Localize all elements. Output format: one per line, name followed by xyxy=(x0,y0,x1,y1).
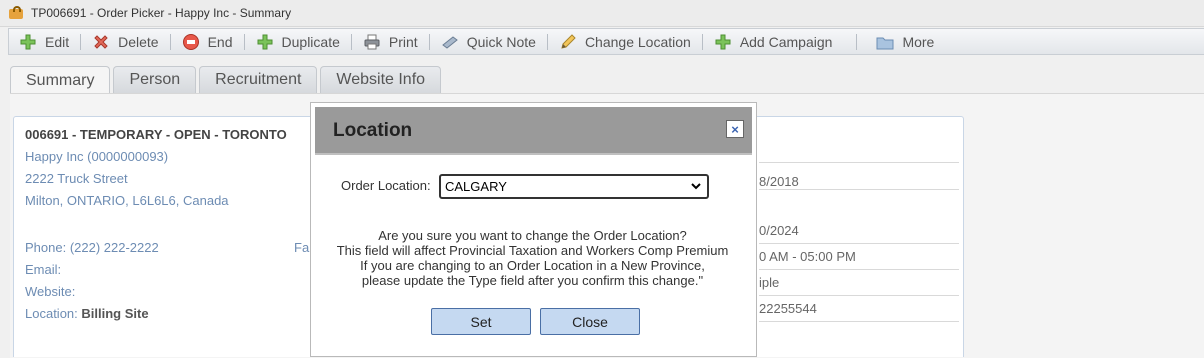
tab-person[interactable]: Person xyxy=(113,66,197,93)
location-label: Location: xyxy=(25,306,78,321)
change-location-button[interactable]: Change Location xyxy=(549,29,701,54)
duplicate-label: Duplicate xyxy=(281,33,340,50)
detail-value-4: iple xyxy=(759,270,959,296)
address-line-2: Milton, ONTARIO, L6L6L6, Canada xyxy=(25,193,229,208)
quick-note-button[interactable]: Quick Note xyxy=(431,29,546,54)
phone-label: Phone: xyxy=(25,240,67,255)
location-row: Location: Billing Site xyxy=(25,306,149,321)
website-label: Website: xyxy=(25,284,76,299)
close-icon[interactable]: × xyxy=(726,120,744,138)
dialog-title: Location xyxy=(333,120,413,141)
detail-value-5: 22255544 xyxy=(759,296,959,322)
delete-label: Delete xyxy=(118,33,159,50)
toolbar-divider xyxy=(243,33,245,50)
order-location-value: CALGARY xyxy=(445,179,507,194)
toolbar-divider xyxy=(701,33,703,50)
toolbar-divider xyxy=(169,33,171,50)
message-line: If you are changing to an Order Location… xyxy=(360,258,705,273)
set-button[interactable]: Set xyxy=(431,308,531,335)
briefcase-icon xyxy=(9,6,25,20)
delete-icon xyxy=(92,33,110,51)
note-icon xyxy=(441,33,459,51)
more-button[interactable]: More xyxy=(858,29,944,54)
end-icon xyxy=(182,33,200,51)
end-button[interactable]: End xyxy=(172,29,243,54)
phone-row: Phone: (222) 222-2222 xyxy=(25,240,159,255)
toolbar-divider xyxy=(856,33,858,50)
close-button[interactable]: Close xyxy=(540,308,640,335)
tab-summary[interactable]: Summary xyxy=(10,66,111,94)
delete-button[interactable]: Delete xyxy=(82,29,168,54)
tab-recruitment[interactable]: Recruitment xyxy=(199,66,318,93)
toolbar-divider xyxy=(428,33,430,50)
toolbar-divider xyxy=(80,33,82,50)
folder-icon xyxy=(876,33,894,51)
pencil-icon xyxy=(559,33,577,51)
quick-note-label: Quick Note xyxy=(466,33,536,50)
message-line: Are you sure you want to change the Orde… xyxy=(378,228,687,243)
order-location-select[interactable]: CALGARY xyxy=(439,174,709,199)
edit-button[interactable]: Edit xyxy=(9,29,79,54)
window-titlebar: TP006691 - Order Picker - Happy Inc - Su… xyxy=(0,0,1204,27)
order-location-label: Order Location: xyxy=(341,178,431,193)
dialog-header: Location xyxy=(315,107,752,155)
location-dialog: Location × Order Location: CALGARY Are y… xyxy=(310,102,757,357)
print-button[interactable]: Print xyxy=(353,29,428,54)
fax-label: Fa xyxy=(294,240,310,255)
phone-value: (222) 222-2222 xyxy=(69,240,159,255)
order-title: 006691 - TEMPORARY - OPEN - TORONTO xyxy=(25,127,287,142)
printer-icon xyxy=(363,33,381,51)
toolbar: Edit Delete End Duplicate Print Quick No… xyxy=(8,28,1204,55)
edit-label: Edit xyxy=(45,33,70,50)
message-line: please update the Type field after you c… xyxy=(361,273,704,288)
change-location-label: Change Location xyxy=(584,33,691,50)
location-value: Billing Site xyxy=(81,306,149,321)
company-link[interactable]: Happy Inc (0000000093) xyxy=(25,149,168,164)
print-label: Print xyxy=(388,33,418,50)
message-line: This field will affect Provincial Taxati… xyxy=(336,243,729,258)
more-label: More xyxy=(902,33,935,50)
end-label: End xyxy=(207,33,233,50)
address-line-1: 2222 Truck Street xyxy=(25,171,128,186)
confirmation-message: Are you sure you want to change the Orde… xyxy=(311,228,754,288)
duplicate-button[interactable]: Duplicate xyxy=(246,29,350,54)
plus-icon xyxy=(19,33,37,51)
chevron-down-icon xyxy=(690,180,702,195)
detail-value-1: 8/2018 xyxy=(759,162,959,190)
detail-value-3: 0 AM - 05:00 PM xyxy=(759,244,959,270)
toolbar-divider xyxy=(546,33,548,50)
tab-bar: Summary Person Recruitment Website Info xyxy=(10,66,444,94)
tab-website-info[interactable]: Website Info xyxy=(320,66,442,93)
plus-icon xyxy=(256,33,274,51)
add-campaign-button[interactable]: Add Campaign xyxy=(704,29,843,54)
window-title: TP006691 - Order Picker - Happy Inc - Su… xyxy=(31,6,292,20)
detail-value-2: 0/2024 xyxy=(759,218,959,244)
add-campaign-label: Add Campaign xyxy=(739,33,833,50)
toolbar-divider xyxy=(350,33,352,50)
email-label: Email: xyxy=(25,262,62,277)
plus-icon xyxy=(714,33,732,51)
